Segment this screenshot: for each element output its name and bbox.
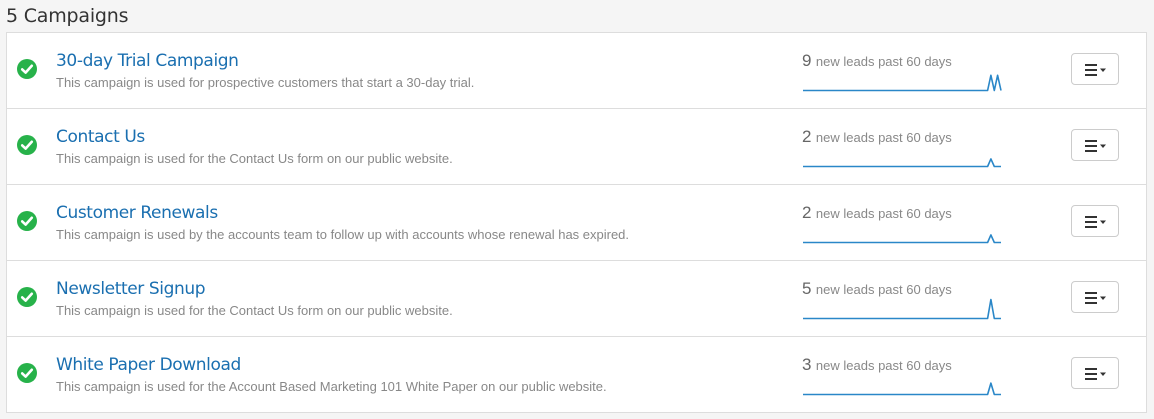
lead-count: 2 [802,127,812,146]
sparkline-path [803,382,1001,396]
hamburger-dropdown-icon [1085,140,1106,152]
campaign-description: This campaign is used for the Contact Us… [56,303,453,318]
campaign-row: Contact Us This campaign is used for the… [7,109,1146,185]
page-title: 5 Campaigns [6,5,129,27]
sparkline-path [803,234,1001,244]
campaign-description: This campaign is used for prospective cu… [56,75,475,90]
sparkline-path [803,158,1001,168]
campaign-description: This campaign is used by the accounts te… [56,227,630,242]
lead-sparkline [803,234,1001,244]
campaign-row: 30-day Trial Campaign This campaign is u… [7,33,1146,109]
sparkline-path [803,74,1002,92]
lead-label: new leads past 60 days [815,54,952,69]
hamburger-dropdown-icon [1085,216,1106,228]
campaign-title-link[interactable]: Customer Renewals [56,203,218,223]
campaign-row: White Paper Download This campaign is us… [7,337,1146,413]
campaign-menu-button[interactable] [1071,281,1119,313]
campaign-title-link[interactable]: Newsletter Signup [56,279,206,299]
lead-count: 3 [802,355,812,374]
lead-label: new leads past 60 days [815,206,952,221]
lead-label: new leads past 60 days [815,130,952,145]
campaign-title-link[interactable]: White Paper Download [56,355,241,375]
campaign-row: Newsletter Signup This campaign is used … [7,261,1146,337]
campaign-menu-button[interactable] [1071,129,1119,161]
campaign-description: This campaign is used for the Contact Us… [56,151,453,166]
hamburger-dropdown-icon [1085,292,1106,304]
campaign-menu-button[interactable] [1071,357,1119,389]
campaign-description: This campaign is used for the Account Ba… [56,379,607,394]
lead-summary: 2 new leads past 60 days [802,203,952,223]
lead-sparkline [803,158,1001,168]
lead-summary: 5 new leads past 60 days [802,279,952,299]
lead-sparkline [803,298,1001,320]
lead-sparkline [803,382,1001,396]
sparkline-path [803,298,1001,320]
campaign-title-link[interactable]: 30-day Trial Campaign [56,51,239,71]
hamburger-dropdown-icon [1085,368,1106,380]
lead-summary: 2 new leads past 60 days [802,127,952,147]
lead-count: 9 [802,51,812,70]
check-circle-icon [17,135,37,155]
lead-summary: 9 new leads past 60 days [802,51,952,71]
campaign-menu-button[interactable] [1071,53,1119,85]
lead-label: new leads past 60 days [815,282,952,297]
lead-sparkline [803,74,1002,92]
check-circle-icon [17,211,37,231]
lead-count: 2 [802,203,812,222]
check-circle-icon [17,287,37,307]
hamburger-dropdown-icon [1085,64,1106,76]
check-circle-icon [17,59,37,79]
campaign-list: 30-day Trial Campaign This campaign is u… [6,32,1147,413]
campaign-menu-button[interactable] [1071,205,1119,237]
campaign-row: Customer Renewals This campaign is used … [7,185,1146,261]
check-circle-icon [17,363,37,383]
lead-count: 5 [802,279,812,298]
campaign-title-link[interactable]: Contact Us [56,127,145,147]
lead-summary: 3 new leads past 60 days [802,355,952,375]
lead-label: new leads past 60 days [815,358,952,373]
